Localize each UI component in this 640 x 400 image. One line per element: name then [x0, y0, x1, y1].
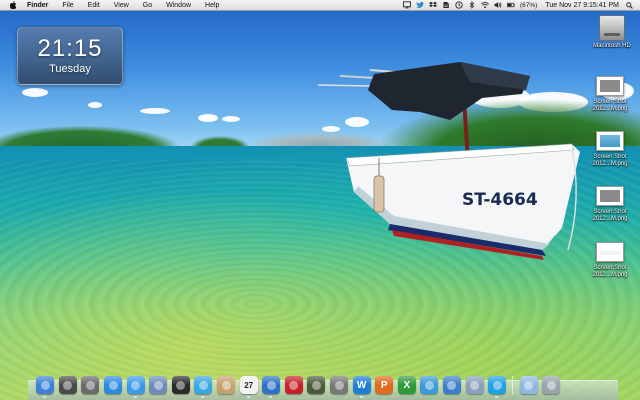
- desktop-icon-label: Screen Shot 2012...M.png: [592, 154, 628, 167]
- menubar-clock[interactable]: Tue Nov 27 9:15:41 PM: [545, 0, 619, 11]
- dashboard-icon: [63, 380, 73, 390]
- menu-view[interactable]: View: [107, 0, 136, 11]
- dock-item-text: 27: [244, 380, 254, 390]
- dock-item-skype[interactable]: [488, 376, 507, 398]
- screenshot-file-icon: [596, 186, 624, 206]
- wifi-icon[interactable]: [481, 1, 490, 9]
- dock-item-contacts[interactable]: [217, 376, 236, 394]
- dropbox-icon[interactable]: [429, 1, 438, 9]
- cloud: [140, 108, 170, 114]
- screenshot-file-icon: [596, 131, 624, 151]
- app-store-icon: [108, 380, 118, 390]
- running-indicator: [133, 396, 137, 398]
- finder-icon: [40, 380, 50, 390]
- cloud: [22, 88, 48, 97]
- desktop-icon-label: Macintosh HD: [593, 43, 631, 49]
- image-capture-icon: [334, 380, 344, 390]
- dock-item-preview[interactable]: [149, 376, 168, 394]
- boat-illustration: ST-4664: [310, 60, 590, 260]
- volume-icon[interactable]: [494, 1, 503, 9]
- downloads-folder-icon: [524, 380, 534, 390]
- dock-item-calendar[interactable]: 27: [239, 376, 258, 398]
- dock-item-dashboard[interactable]: [58, 376, 77, 394]
- dock-item-messenger[interactable]: [420, 376, 439, 394]
- itunes-icon: [266, 380, 276, 390]
- clock-widget-day: Tuesday: [49, 63, 91, 75]
- clock-widget-time: 21:15: [37, 35, 103, 62]
- safari-icon: [131, 380, 141, 390]
- cloud: [88, 102, 102, 108]
- desktop-icon-screenshot[interactable]: Screen Shot 2012...M.png: [582, 186, 638, 223]
- network-icon: [447, 380, 457, 390]
- timemachine-icon[interactable]: [455, 1, 464, 9]
- menu-window[interactable]: Window: [159, 0, 198, 11]
- twitter-icon: [198, 380, 208, 390]
- running-indicator: [359, 396, 363, 398]
- dock-item-downloads-folder[interactable]: [519, 376, 538, 394]
- desktop-icon-label: Screen Shot 2012...M.png: [592, 99, 628, 112]
- dock: 27 W P X: [34, 368, 563, 398]
- contacts-icon: [221, 380, 231, 390]
- dock-item-text: P: [380, 379, 388, 391]
- menu-extras: (67%) Tue Nov 27 9:15:41 PM: [401, 0, 640, 11]
- apple-menu-icon[interactable]: [6, 0, 20, 11]
- menu-app-finder[interactable]: Finder: [20, 0, 55, 11]
- photoshop-icon: [289, 380, 299, 390]
- spotlight-search-icon[interactable]: [625, 1, 634, 10]
- dock-item-photo-booth[interactable]: [171, 376, 190, 394]
- dock-item-image-capture[interactable]: [330, 376, 349, 394]
- dock-item-twitter[interactable]: [194, 376, 213, 398]
- dock-item-word[interactable]: W: [352, 376, 371, 398]
- dock-item-launchpad[interactable]: [81, 376, 100, 394]
- iphoto-icon: [311, 380, 321, 390]
- battery-percentage: (67%): [519, 1, 538, 9]
- messenger-icon: [424, 380, 434, 390]
- dock-item-activity-monitor[interactable]: [465, 376, 484, 394]
- desktop-icon-macintosh-hd[interactable]: Macintosh HD: [584, 15, 640, 50]
- dock-item-trash[interactable]: [542, 376, 561, 394]
- dock-item-iphoto[interactable]: [307, 376, 326, 394]
- dock-item-app-store[interactable]: [104, 376, 123, 394]
- cloud: [198, 114, 218, 122]
- activity-monitor-icon: [470, 380, 480, 390]
- skype-icon: [492, 380, 502, 390]
- display-icon[interactable]: [403, 1, 412, 9]
- launchpad-icon: [85, 380, 95, 390]
- dock-item-excel[interactable]: X: [397, 376, 416, 394]
- desktop-icon-screenshot[interactable]: Screen Shot 2012...M.png: [582, 76, 638, 113]
- screenshot-file-icon: [596, 76, 624, 96]
- trash-icon: [546, 380, 556, 390]
- dock-item-finder[interactable]: [36, 376, 55, 398]
- photo-booth-icon: [176, 380, 186, 390]
- menu-bar: Finder File Edit View Go Window Help (67…: [0, 0, 640, 11]
- cloud: [222, 116, 240, 122]
- dock-separator: [512, 376, 514, 394]
- twitter-icon[interactable]: [416, 1, 425, 9]
- bluetooth-icon[interactable]: [468, 1, 477, 9]
- menu-file[interactable]: File: [55, 0, 80, 11]
- screenshot-file-icon: [596, 242, 624, 262]
- hard-drive-icon: [599, 15, 625, 41]
- dock-item-itunes[interactable]: [262, 376, 281, 398]
- dock-item-text: W: [356, 379, 367, 391]
- dock-item-network[interactable]: [442, 376, 461, 394]
- dock-item-photoshop[interactable]: [284, 376, 303, 394]
- clock-widget[interactable]: 21:15 Tuesday: [17, 27, 123, 85]
- preview-icon: [153, 380, 163, 390]
- menu-edit[interactable]: Edit: [81, 0, 107, 11]
- boat-registration: ST-4664: [462, 190, 538, 210]
- dock-item-powerpoint[interactable]: P: [375, 376, 394, 394]
- running-indicator: [246, 396, 250, 398]
- menu-help[interactable]: Help: [198, 0, 226, 11]
- desktop-icon-screenshot[interactable]: Screen Shot 2012...M.png: [582, 131, 638, 168]
- menu-go[interactable]: Go: [136, 0, 159, 11]
- desktop-icon-label: Screen Shot 2012...M.png: [592, 209, 628, 222]
- evernote-icon[interactable]: [442, 1, 451, 9]
- desktop-icon-screenshot[interactable]: Screen Shot 2012...M.png: [582, 242, 638, 279]
- battery-icon[interactable]: [507, 1, 516, 9]
- desktop-icon-label: Screen Shot 2012...M.png: [592, 265, 628, 278]
- dock-item-safari[interactable]: [126, 376, 145, 398]
- dock-item-text: X: [403, 379, 411, 391]
